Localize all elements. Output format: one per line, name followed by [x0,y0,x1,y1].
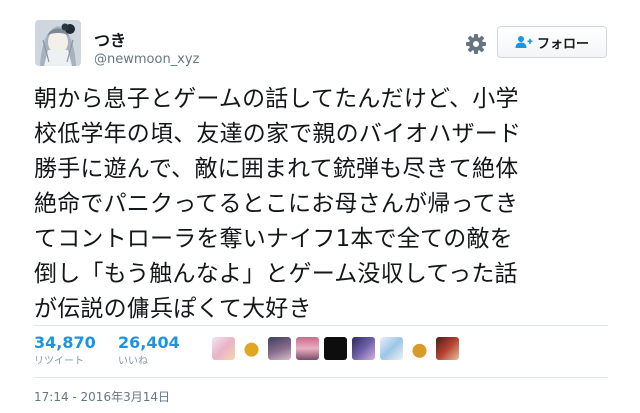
follow-button-label: フォロー [536,36,589,52]
tweet-text-line: てコントローラを奪いナイフ1本で全ての敵を [34,226,513,252]
liker-avatar[interactable] [352,337,375,360]
like-count[interactable]: 26,404 [118,333,180,353]
tweet-text: 朝から息子とゲームの話してたんだけど、小学 校低学年の頃、友達の家で親のバイオハ… [34,82,624,327]
author-avatar[interactable] [35,20,81,66]
tweet-text-line: 倒し「もう触んなよ」とゲーム没収してった話 [34,261,518,287]
divider [34,377,608,378]
liker-avatar[interactable] [380,337,403,360]
liker-avatar[interactable] [212,337,235,360]
tweet-text-line: 勝手に遊んで、敵に囲まれて銃弾も尽きて絶体 [34,156,519,182]
person-plus-icon [515,35,533,49]
like-label: いいね [118,356,148,367]
liker-avatar[interactable] [296,337,319,360]
liker-avatar[interactable] [240,337,263,360]
author-screen-name[interactable]: @newmoon_xyz [94,52,199,67]
liker-avatar[interactable] [436,337,459,360]
tweet-timestamp[interactable]: 17:14 - 2016年3月14日 [34,388,170,405]
liker-avatar[interactable] [324,337,347,360]
tweet-text-line: 朝から息子とゲームの話してたんだけど、小学 [34,86,519,112]
tweet-text-line: が伝説の傭兵ぽくて大好き [34,296,312,322]
retweet-label: リツイート [34,356,84,367]
gear-icon[interactable] [464,32,488,56]
retweet-count[interactable]: 34,870 [34,333,96,353]
tweet-text-line: 校低学年の頃、友達の家で親のバイオハザード [34,121,522,147]
liker-avatar[interactable] [408,337,431,360]
like-stat[interactable]: 26,404 いいね [118,333,180,369]
author-display-name[interactable]: つき [94,27,126,51]
retweet-stat[interactable]: 34,870 リツイート [34,333,96,369]
follow-button[interactable]: フォロー [497,26,607,58]
avatar-portrait-icon [35,20,81,66]
tweet-text-line: 絶命でパニクってるとこにお母さんが帰ってき [34,191,519,217]
liker-avatars [212,337,459,360]
liker-avatar[interactable] [268,337,291,360]
divider [34,325,608,326]
